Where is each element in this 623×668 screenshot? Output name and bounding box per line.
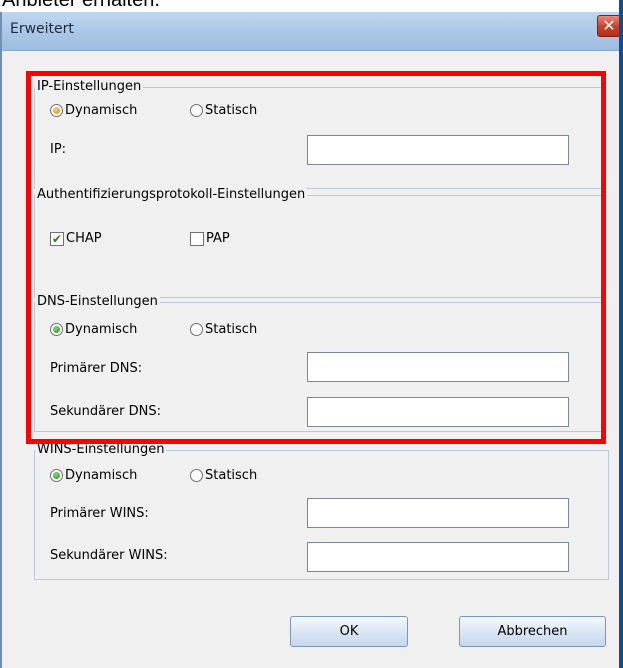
radio-selected-icon [50, 469, 63, 482]
chap-label: CHAP [66, 231, 102, 246]
ip-label: IP: [50, 142, 67, 157]
wins-dynamic-radio[interactable]: Dynamisch [50, 468, 137, 483]
close-button[interactable]: ✕ [597, 15, 621, 37]
primary-dns-input[interactable] [307, 352, 569, 382]
radio-selected-icon [50, 323, 63, 336]
ip-static-radio[interactable]: Statisch [190, 103, 257, 118]
radio-unselected-icon [190, 469, 203, 482]
dns-settings-legend: DNS-Einstellungen [35, 294, 160, 310]
auth-settings-group: Authentifizierungsprotokoll-Einstellunge… [34, 187, 605, 298]
ok-button[interactable]: OK [290, 616, 408, 647]
checkbox-empty-icon [190, 231, 204, 246]
window-title: Erweitert [10, 21, 74, 37]
secondary-dns-label: Sekundärer DNS: [50, 404, 161, 419]
ip-dynamic-label: Dynamisch [65, 103, 138, 118]
primary-wins-label: Primärer WINS: [50, 506, 149, 521]
wins-settings-legend: WINS-Einstellungen [35, 442, 167, 458]
checkmark-icon: ✔ [50, 231, 64, 246]
auth-settings-legend: Authentifizierungsprotokoll-Einstellunge… [35, 187, 308, 203]
dialog-window: Erweitert ✕ IP-Einstellungen Dynamisch S… [0, 12, 623, 668]
dns-static-radio[interactable]: Statisch [190, 322, 257, 337]
title-bar[interactable]: Erweitert ✕ [2, 12, 623, 51]
ip-static-label: Statisch [205, 103, 258, 118]
wins-static-label: Statisch [205, 468, 258, 483]
dns-static-label: Statisch [205, 322, 258, 337]
close-icon: ✕ [602, 16, 616, 35]
radio-selected-icon [50, 104, 63, 117]
ip-settings-legend: IP-Einstellungen [35, 79, 144, 95]
chap-checkbox[interactable]: ✔ CHAP [50, 231, 102, 246]
window-edge [619, 0, 623, 668]
ip-input[interactable] [307, 135, 569, 165]
dns-dynamic-radio[interactable]: Dynamisch [50, 322, 137, 337]
dns-dynamic-label: Dynamisch [65, 322, 138, 337]
secondary-dns-input[interactable] [307, 397, 569, 427]
pap-label: PAP [206, 231, 230, 246]
pap-checkbox[interactable]: PAP [190, 231, 230, 246]
primary-dns-label: Primärer DNS: [50, 361, 143, 376]
radio-unselected-icon [190, 323, 203, 336]
radio-unselected-icon [190, 104, 203, 117]
primary-wins-input[interactable] [307, 498, 569, 528]
cancel-button[interactable]: Abbrechen [459, 616, 606, 647]
ip-dynamic-radio[interactable]: Dynamisch [50, 103, 137, 118]
secondary-wins-input[interactable] [307, 542, 569, 572]
page-caption: Anbieter erhalten. [2, 0, 160, 11]
wins-static-radio[interactable]: Statisch [190, 468, 257, 483]
secondary-wins-label: Sekundärer WINS: [50, 548, 168, 563]
wins-dynamic-label: Dynamisch [65, 468, 138, 483]
